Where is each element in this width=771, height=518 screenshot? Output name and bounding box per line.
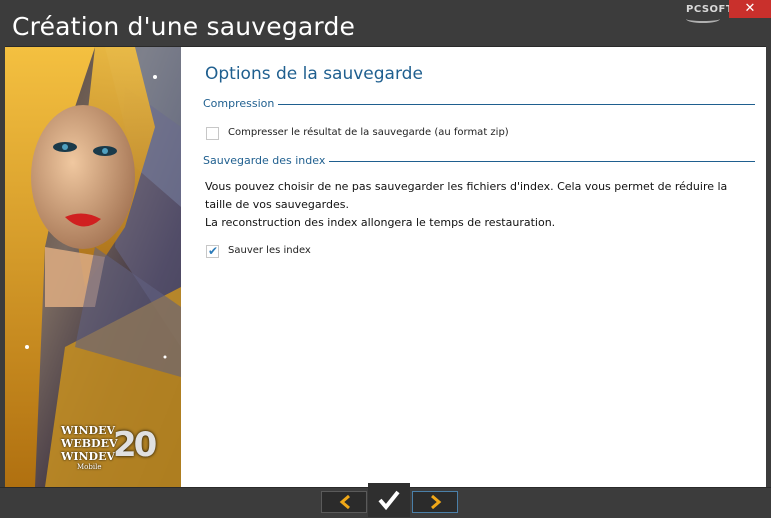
brand-logo: PCSOFT — [686, 4, 734, 15]
save-index-checkbox-label[interactable]: Sauver les index — [228, 245, 311, 256]
section-divider — [203, 104, 755, 105]
logo-line-webdev: WEBDEV — [61, 437, 118, 450]
logo-mobile-label: Mobile — [77, 463, 102, 471]
validate-button[interactable] — [368, 483, 410, 517]
section-compression: Compression — [203, 97, 755, 111]
main-content: Options de la sauvegarde Compression Com… — [181, 47, 766, 487]
chevron-right-icon — [431, 495, 442, 509]
logo-line-windev: WINDEV — [61, 424, 116, 437]
index-description: Vous pouvez choisir de ne pas sauvegarde… — [205, 178, 750, 232]
description-line: La reconstruction des index allongera le… — [205, 216, 556, 229]
section-index-label: Sauvegarde des index — [203, 154, 330, 167]
description-line: Vous pouvez choisir de ne pas sauvegarde… — [205, 180, 728, 193]
close-button[interactable]: ✕ — [729, 0, 771, 18]
page-title: Options de la sauvegarde — [205, 64, 423, 84]
brand-swoosh-icon — [686, 15, 720, 23]
compress-checkbox[interactable] — [206, 127, 219, 140]
checkmark-icon: ✔ — [208, 244, 219, 258]
next-button[interactable] — [412, 491, 458, 513]
right-frame — [766, 46, 771, 487]
chevron-left-icon — [339, 495, 350, 509]
section-index: Sauvegarde des index — [203, 154, 755, 168]
checkmark-icon — [378, 490, 400, 510]
previous-button[interactable] — [321, 491, 367, 513]
portrait-illustration-icon — [5, 47, 181, 487]
window-title: Création d'une sauvegarde — [12, 12, 356, 41]
side-illustration: WINDEV WEBDEV WINDEV Mobile 20 — [5, 47, 181, 487]
logo-version: 20 — [113, 425, 157, 465]
wizard-window: Création d'une sauvegarde PCSOFT ✕ WINDE… — [0, 0, 771, 518]
description-line: taille de vos sauvegardes. — [205, 198, 349, 211]
title-bar: Création d'une sauvegarde PCSOFT ✕ — [0, 0, 771, 47]
section-compression-label: Compression — [203, 97, 279, 110]
save-index-checkbox[interactable]: ✔ — [206, 244, 219, 258]
compress-checkbox-label[interactable]: Compresser le résultat de la sauvegarde … — [228, 127, 509, 138]
